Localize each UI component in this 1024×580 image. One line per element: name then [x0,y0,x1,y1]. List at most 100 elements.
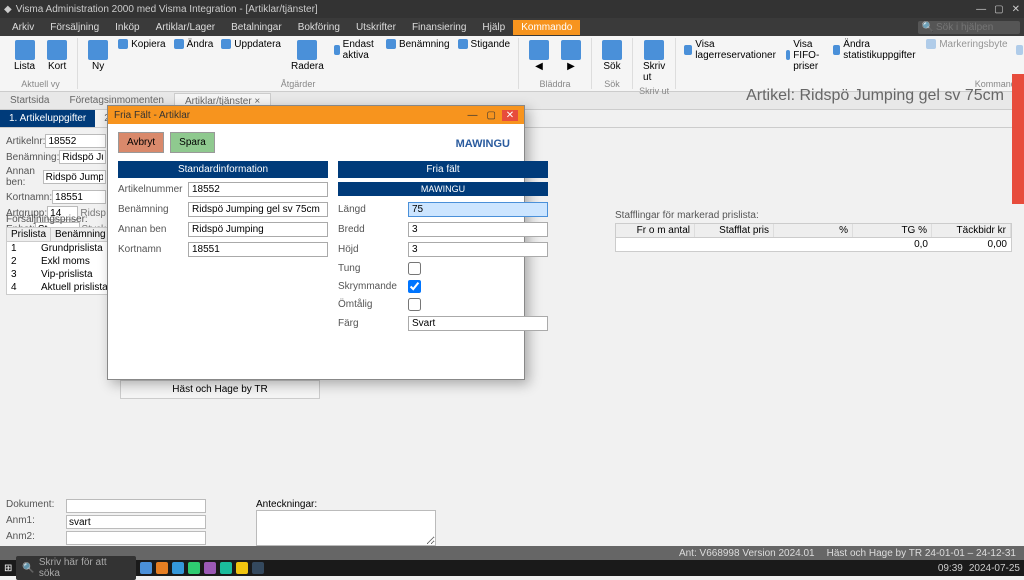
dlg-Ömtålig-label: Ömtålig [338,299,408,310]
search-icon: 🔍 [922,22,934,33]
rgrid-col: Täckbidr kr [932,224,1011,237]
menu-betalningar[interactable]: Betalningar [223,20,290,35]
task-icon[interactable] [172,562,184,574]
taskbar-search[interactable]: 🔍Skriv här för att söka [16,556,136,580]
anm1-label: Anm1: [6,515,66,529]
ribbon-benämning[interactable]: Benämning [384,38,452,51]
ribbon-skriv-ut[interactable]: Skriv ut [639,38,669,85]
rgrid-col: Fr o m antal [616,224,695,237]
dlg-Skrymmande-label: Skrymmande [338,281,408,292]
page-title: Artikel: Ridspö Jumping gel sv 75cm [746,87,1004,105]
dlg-Artikelnummer-label: Artikelnummer [118,184,188,195]
menu-hjälp[interactable]: Hjälp [474,20,513,35]
dokument-input[interactable] [66,499,206,513]
dlg-Bredd-input[interactable] [408,222,548,237]
cancel-button[interactable]: Avbryt [118,132,164,153]
menu-artiklar/lager[interactable]: Artiklar/Lager [148,20,223,35]
ribbon-stigande[interactable]: Stigande [456,38,512,51]
dlg-Längd-input[interactable] [408,202,548,217]
kortnamn-input[interactable] [52,190,106,204]
close-button[interactable]: ✕ [1012,4,1020,15]
menu-kommando[interactable]: Kommando [513,20,580,35]
dlg-Tung-check[interactable] [408,262,421,275]
menu-inköp[interactable]: Inköp [107,20,147,35]
ribbon-uppdatera[interactable]: Uppdatera [219,38,283,51]
anm2-input[interactable] [66,531,206,545]
task-icon[interactable] [252,562,264,574]
ribbon-ändra-statistikuppgifter[interactable]: Ändra statistikuppgifter [831,38,920,62]
dialog-min-button[interactable]: — [464,110,480,121]
ribbon-markeringsbyte: Markeringsbyte [924,38,1009,51]
window-title: Visma Administration 2000 med Visma Inte… [16,4,318,15]
ribbon-visa-lagerreservationer[interactable]: Visa lagerreservationer [682,38,780,62]
task-icon[interactable] [140,562,152,574]
ribbon-ändra[interactable]: Ändra [172,38,216,51]
menu-arkiv[interactable]: Arkiv [4,20,42,35]
menu-finansiering[interactable]: Finansiering [404,20,474,35]
dlg-Benämning-input[interactable] [188,202,328,217]
ribbon-endast-aktiva[interactable]: Endast aktiva [332,38,380,62]
menu-utskrifter[interactable]: Utskrifter [348,20,404,35]
staffling-header: Stafflingar för markerad prislista: [615,210,1012,221]
dlg-Höjd-input[interactable] [408,242,548,257]
col2-header: Fria fält [338,161,548,178]
ribbon-markera-alla: Markera alla [1014,38,1024,62]
dlg-Ömtålig-check[interactable] [408,298,421,311]
min-button[interactable]: — [976,4,986,15]
ribbon-group-label: Sök [598,79,626,89]
col1-header: Standardinformation [118,161,328,178]
ribbon-radera[interactable]: Radera [287,38,328,74]
dlg-Annan ben-label: Annan ben [118,224,188,235]
save-button[interactable]: Spara [170,132,215,153]
dokument-label: Dokument: [6,499,66,513]
dlg-Kortnamn-input[interactable] [188,242,328,257]
ribbon-kopiera[interactable]: Kopiera [116,38,167,51]
dlg-Annan ben-input[interactable] [188,222,328,237]
dlg-Skrymmande-check[interactable] [408,280,421,293]
annan_ben-input[interactable] [43,170,106,184]
anteckningar-input[interactable] [256,510,436,546]
ribbon-visa-fifo-priser[interactable]: Visa FIFO-priser [784,38,827,73]
rgrid-col: % [774,224,853,237]
rgrid-col: TG % [853,224,932,237]
pricelist-col: Benämning [51,228,111,241]
dlg-Artikelnummer-input[interactable] [188,182,328,197]
artikelnr-input[interactable] [45,134,106,148]
dialog-title: Fria Fält - Artiklar [114,110,190,121]
task-icon[interactable] [156,562,168,574]
dlg-Bredd-label: Bredd [338,224,408,235]
ribbon-group-label: Åtgärder [84,79,512,89]
task-icon[interactable] [188,562,200,574]
menu-bokföring[interactable]: Bokföring [290,20,348,35]
anm2-label: Anm2: [6,531,66,545]
benamning-input[interactable] [59,150,106,164]
help-search-input[interactable] [936,22,1016,33]
ribbon-◀[interactable]: ◀ [525,38,553,74]
side-banner [1012,74,1024,204]
ribbon-lista[interactable]: Lista [10,38,39,74]
ribbon-kort[interactable]: Kort [43,38,71,74]
dlg-Färg-input[interactable] [408,316,548,331]
kortnamn-label: Kortnamn: [6,192,52,203]
annan_ben-label: Annan ben: [6,166,43,188]
dialog-max-button[interactable]: ▢ [483,110,499,121]
task-icon[interactable] [236,562,248,574]
ribbon-sök[interactable]: Sök [598,38,626,74]
task-icon[interactable] [220,562,232,574]
dlg-Tung-label: Tung [338,263,408,274]
max-button[interactable]: ▢ [994,4,1003,15]
ribbon-ny[interactable]: Ny [84,38,112,74]
pricelist-col: Prislista [7,228,51,241]
rgrid-row[interactable]: 0,00,00 [616,238,1011,251]
dialog-close-button[interactable]: ✕ [502,110,518,121]
ribbon-▶[interactable]: ▶ [557,38,585,74]
tab-startsida[interactable]: Startsida [0,93,59,108]
status-version: Ant: V668998 Version 2024.01 [679,548,815,559]
anm1-input[interactable] [66,515,206,529]
ribbon-group-label: Skriv ut [639,86,669,96]
benamning-label: Benämning: [6,152,59,163]
start-button[interactable]: ⊞ [4,563,12,574]
task-icon[interactable] [204,562,216,574]
subtab[interactable]: 1. Artikeluppgifter [0,110,95,127]
menu-försäljning[interactable]: Försäljning [42,20,107,35]
